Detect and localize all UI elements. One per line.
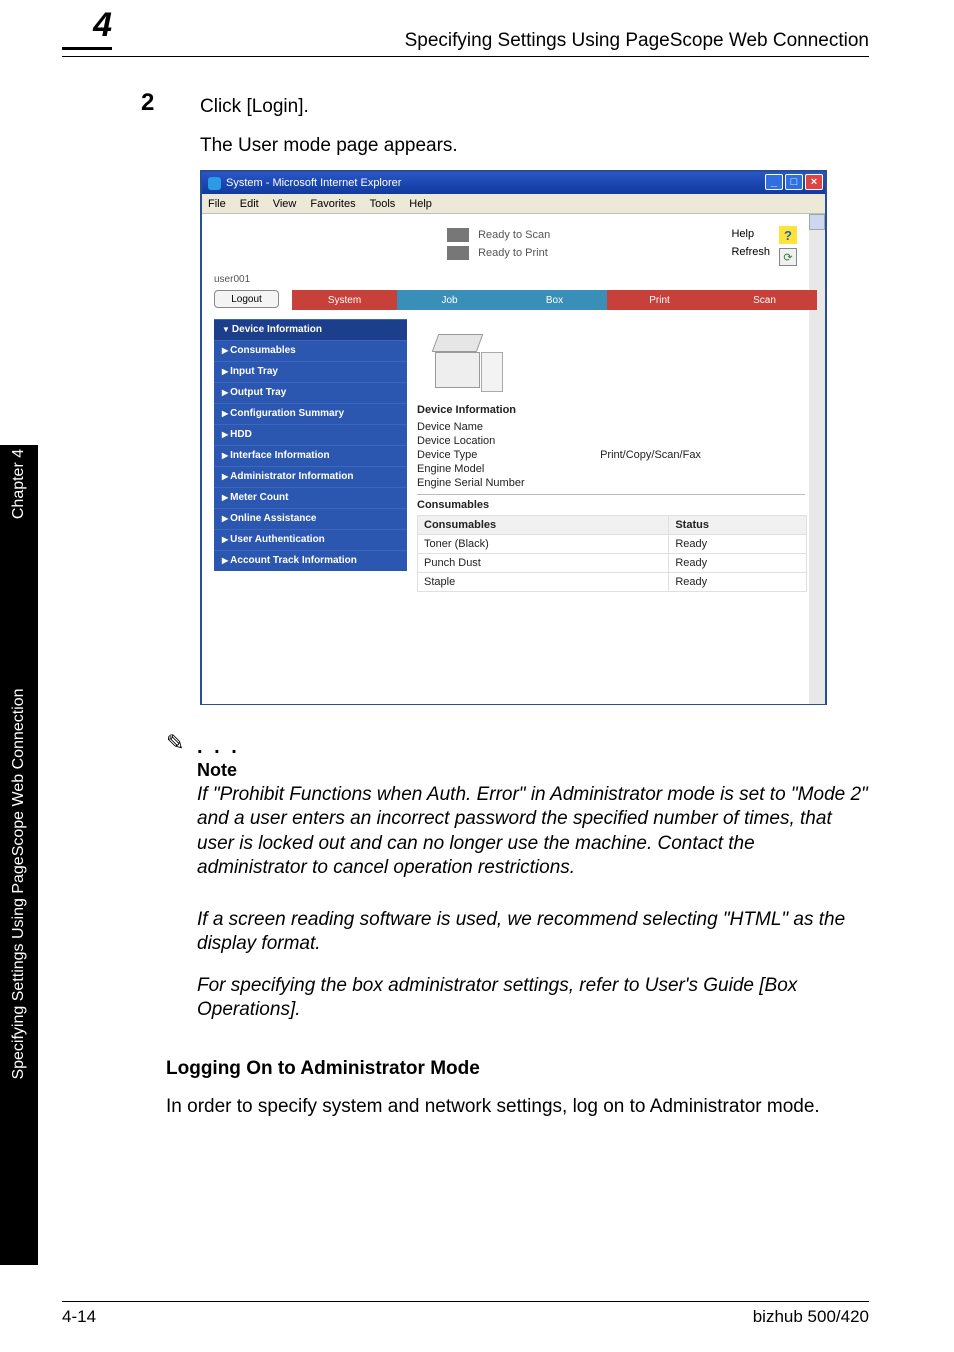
menu-file[interactable]: File xyxy=(208,198,226,210)
nav-meter-count[interactable]: Meter Count xyxy=(214,487,407,508)
menu-tools[interactable]: Tools xyxy=(370,198,396,210)
table-header-row: Consumables Status xyxy=(418,516,807,535)
ie-page-icon xyxy=(208,177,221,190)
nav-account-track-information[interactable]: Account Track Information xyxy=(214,550,407,571)
section-heading: Logging On to Administrator Mode xyxy=(166,1058,480,1080)
maximize-button[interactable]: □ xyxy=(785,174,803,190)
menu-view[interactable]: View xyxy=(273,198,297,210)
col-consumables: Consumables xyxy=(418,516,669,535)
status-ready-print: Ready to Print xyxy=(447,246,548,260)
minimize-button[interactable]: _ xyxy=(765,174,783,190)
window-title: System - Microsoft Internet Explorer xyxy=(226,177,401,189)
close-button[interactable]: × xyxy=(805,174,823,190)
footer-rule xyxy=(62,1301,869,1302)
nav-online-assistance[interactable]: Online Assistance xyxy=(214,508,407,529)
note-dots: . . . xyxy=(197,736,240,759)
nav-hdd[interactable]: HDD xyxy=(214,424,407,445)
user-label: user001 xyxy=(214,274,250,285)
nav-administrator-information[interactable]: Administrator Information xyxy=(214,466,407,487)
menu-edit[interactable]: Edit xyxy=(240,198,259,210)
step-result: The User mode page appears. xyxy=(200,135,458,157)
section-body: In order to specify system and network s… xyxy=(166,1095,869,1119)
window-titlebar: System - Microsoft Internet Explorer _ □… xyxy=(202,172,825,194)
device-type-row: Device Type Print/Copy/Scan/Fax xyxy=(417,448,805,462)
tab-job[interactable]: Job xyxy=(397,290,502,310)
logout-button[interactable]: Logout xyxy=(214,290,279,308)
consumables-heading: Consumables xyxy=(417,499,805,511)
refresh-icon[interactable]: ⟳ xyxy=(779,248,797,266)
help-icon[interactable]: ? xyxy=(779,226,797,244)
device-info-heading: Device Information xyxy=(417,404,805,416)
col-status: Status xyxy=(669,516,807,535)
nav-user-authentication[interactable]: User Authentication xyxy=(214,529,407,550)
note-heading: Note xyxy=(197,760,237,781)
tab-scan[interactable]: Scan xyxy=(712,290,817,310)
sidetab-chapter: Chapter 4 xyxy=(10,449,28,519)
menu-bar: File Edit View Favorites Tools Help xyxy=(202,194,825,214)
menu-favorites[interactable]: Favorites xyxy=(310,198,355,210)
help-link[interactable]: Help xyxy=(731,228,770,240)
consumables-table: Consumables Status Toner (Black) Ready P… xyxy=(417,515,807,592)
note-paragraph-2: If a screen reading software is used, we… xyxy=(197,908,869,957)
tab-system[interactable]: System xyxy=(292,290,397,310)
model-name: bizhub 500/420 xyxy=(753,1307,869,1327)
chapter-number-box: 4 xyxy=(62,6,112,50)
menu-help[interactable]: Help xyxy=(409,198,432,210)
device-type-value: Print/Copy/Scan/Fax xyxy=(600,449,701,461)
table-row: Toner (Black) Ready xyxy=(418,535,807,554)
nav-consumables[interactable]: Consumables xyxy=(214,340,407,361)
sidetab-title: Specifying Settings Using PageScope Web … xyxy=(10,688,28,1079)
chapter-number: 4 xyxy=(93,6,112,44)
engine-model-row: Engine Model xyxy=(417,462,805,476)
tab-print[interactable]: Print xyxy=(607,290,712,310)
nav-device-information[interactable]: Device Information xyxy=(214,319,407,340)
note-paragraph-1: If "Prohibit Functions when Auth. Error"… xyxy=(197,783,869,880)
status-ready-scan: Ready to Scan xyxy=(447,228,550,242)
printer-icon xyxy=(447,228,469,242)
nav-input-tray[interactable]: Input Tray xyxy=(214,361,407,382)
table-row: Punch Dust Ready xyxy=(418,554,807,573)
side-thumb-tab: Chapter 4 Specifying Settings Using Page… xyxy=(0,445,38,1265)
running-header-title: Specifying Settings Using PageScope Web … xyxy=(405,30,869,52)
vertical-scrollbar[interactable] xyxy=(809,214,825,704)
nav-output-tray[interactable]: Output Tray xyxy=(214,382,407,403)
nav-tabs: System Job Box Print Scan xyxy=(292,290,817,310)
printer-icon xyxy=(447,246,469,260)
tab-box[interactable]: Box xyxy=(502,290,607,310)
note-icon: ✎ xyxy=(166,730,184,756)
screenshot-window: System - Microsoft Internet Explorer _ □… xyxy=(200,170,827,705)
table-row: Staple Ready xyxy=(418,573,807,592)
device-info-block: Device Information Device Name Device Lo… xyxy=(417,404,805,592)
scroll-up-button[interactable] xyxy=(809,214,825,230)
page-number: 4-14 xyxy=(62,1307,96,1327)
refresh-link[interactable]: Refresh xyxy=(731,246,770,258)
nav-interface-information[interactable]: Interface Information xyxy=(214,445,407,466)
content-pane: Device Information Device Name Device Lo… xyxy=(417,322,805,592)
step-number: 2 xyxy=(141,89,154,117)
browser-body: Ready to Scan Ready to Print Help Refres… xyxy=(202,214,825,704)
note-paragraph-3: For specifying the box administrator set… xyxy=(197,974,869,1023)
header-rule xyxy=(62,56,869,57)
side-nav: Device Information Consumables Input Tra… xyxy=(214,319,407,571)
device-image xyxy=(417,322,517,400)
step-instruction: Click [Login]. xyxy=(200,96,309,118)
device-location-row: Device Location xyxy=(417,434,805,448)
device-name-row: Device Name xyxy=(417,420,805,434)
help-links: Help Refresh xyxy=(731,228,770,258)
engine-serial-row: Engine Serial Number xyxy=(417,476,805,490)
nav-configuration-summary[interactable]: Configuration Summary xyxy=(214,403,407,424)
